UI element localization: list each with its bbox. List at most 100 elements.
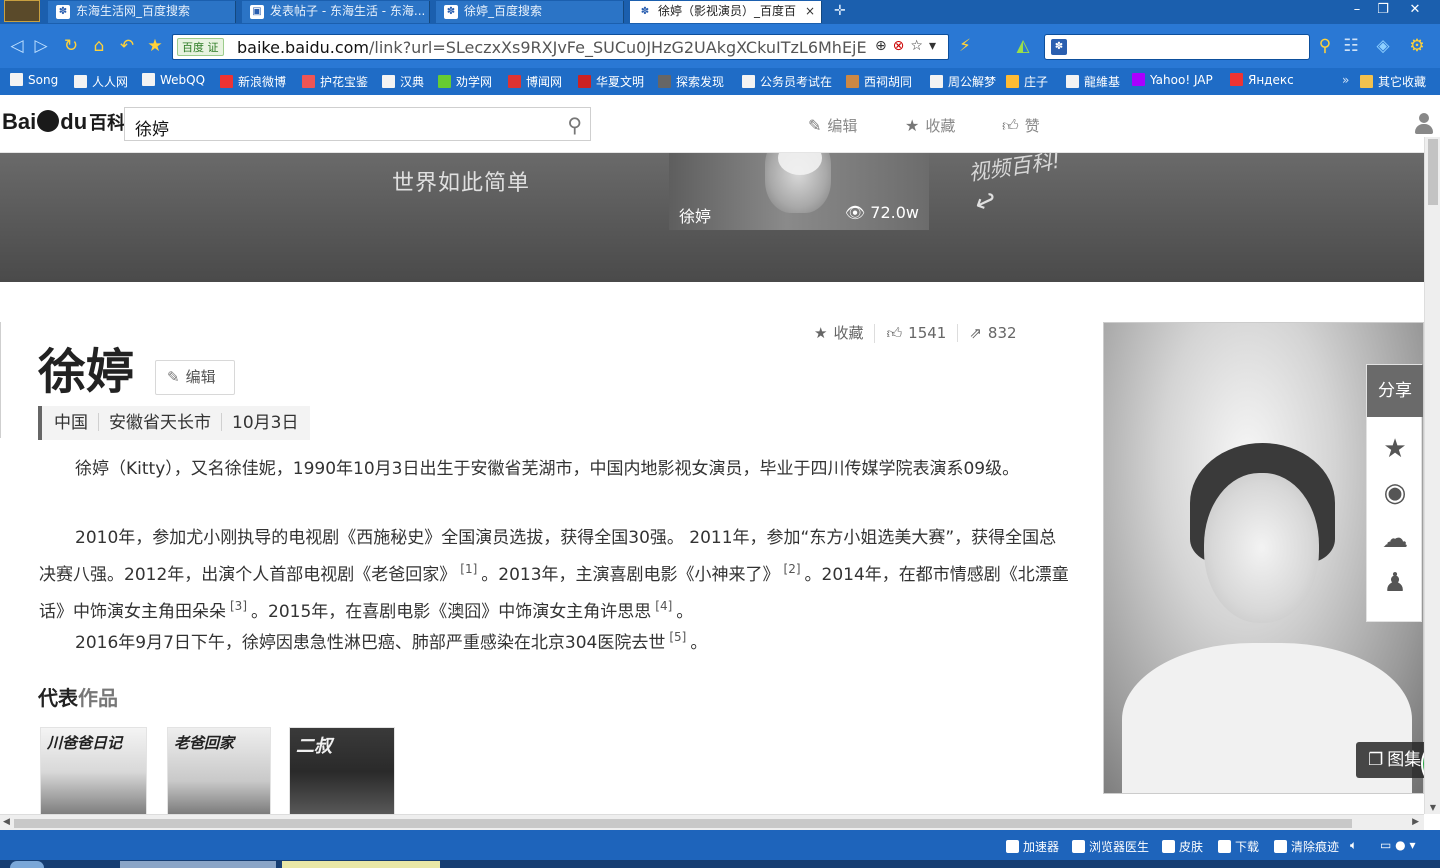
page-icon (74, 75, 87, 88)
close-window-icon[interactable]: ✕ (1402, 1, 1428, 19)
user-icon[interactable] (1414, 113, 1434, 135)
lightning-icon[interactable]: ⚡ (954, 35, 976, 57)
browser-doctor-button[interactable]: 浏览器医生 (1072, 838, 1149, 855)
bookmark-star-icon[interactable]: ☆ (910, 38, 929, 54)
baidu-paw-icon: ✽ (638, 5, 652, 19)
tab-post-thread[interactable]: ▣ 发表帖子 - 东海生活 - 东海... (242, 1, 430, 23)
dropdown-icon[interactable]: ▾ (929, 38, 942, 54)
bookmark-item[interactable]: 探索发现 (658, 73, 724, 90)
scrollbar-thumb[interactable] (1428, 139, 1438, 205)
rocket-icon (1006, 840, 1019, 853)
work-poster[interactable]: 二叔 (289, 727, 395, 814)
star-icon: ★ (905, 116, 920, 135)
gallery-button[interactable]: ❐ 图集 (1356, 742, 1424, 778)
minimize-icon[interactable]: – (1344, 1, 1370, 19)
bookmark-item[interactable]: 龍維基 (1066, 73, 1120, 90)
baike-search-input[interactable]: 徐婷 ⚲ (124, 107, 591, 141)
baidu-baike-logo[interactable]: Bai du 百科 (2, 109, 125, 139)
bookmark-item[interactable]: Яндекс (1230, 73, 1294, 87)
bookmark-item[interactable]: 汉典 (382, 73, 424, 90)
browser-search-box[interactable]: ✽ (1044, 34, 1310, 60)
back-icon[interactable]: ◁ (6, 35, 28, 57)
browser-app-icon[interactable] (4, 0, 40, 22)
bookmark-item[interactable]: 庄子 (1006, 73, 1048, 90)
grid-icon[interactable]: ☷ (1340, 35, 1362, 57)
zoom-icon[interactable]: ⊕ (875, 38, 893, 54)
bookmark-item[interactable]: 华夏文明 (578, 73, 644, 90)
like-button[interactable]: 👍︎ 1541 (874, 324, 957, 343)
citation-link[interactable]: [2] (784, 562, 801, 576)
article-actions: ★ 收藏 👍︎ 1541 ⇗ 832 (814, 322, 1028, 344)
header-like-button[interactable]: 👍︎ 赞 (1002, 115, 1040, 136)
wechat-icon[interactable]: ☁ (1379, 523, 1411, 555)
share-count-button[interactable]: ⇗ 832 (957, 324, 1027, 342)
bookmarks-overflow-icon[interactable]: » (1342, 73, 1349, 87)
header-edit-button[interactable]: ✎ 编辑 (808, 115, 857, 136)
status-bar: 加速器 浏览器医生 皮肤 下载 清除痕迹 🔈︎ ▭ ● ▾ (0, 830, 1440, 860)
scrollbar-thumb[interactable] (14, 819, 1352, 828)
other-bookmarks[interactable]: 其它收藏 (1360, 73, 1426, 90)
header-favorite-button[interactable]: ★ 收藏 (905, 115, 955, 136)
skin-button[interactable]: 皮肤 (1162, 838, 1203, 855)
vertical-scrollbar[interactable]: ▼ (1424, 137, 1440, 814)
bookmark-item[interactable]: 博闻网 (508, 73, 562, 90)
scroll-down-icon[interactable]: ▼ (1428, 803, 1438, 812)
bookmark-item[interactable]: 公务员考试在 (742, 73, 832, 90)
scroll-right-icon[interactable]: ▶ (1412, 817, 1419, 827)
horizontal-scrollbar[interactable]: ◀ ▶ (0, 814, 1424, 830)
citation-link[interactable]: [4] (655, 599, 672, 613)
gear-icon[interactable]: ⚙ (1406, 35, 1428, 57)
forward-icon[interactable]: ▷ (30, 35, 52, 57)
citation-link[interactable]: [3] (230, 599, 247, 613)
summary-paragraph-1: 徐婷（Kitty），又名徐佳妮，1990年10月3日出生于安徽省芜湖市，中国内地… (75, 459, 1020, 479)
bookmark-item[interactable]: 人人网 (74, 73, 128, 90)
edit-button[interactable]: ✎ 编辑 (155, 360, 235, 395)
undo-icon[interactable]: ↶ (116, 35, 138, 57)
url-text[interactable]: baike.baidu.com/link?url=SLeczxXs9RXJvFe… (237, 38, 867, 57)
yahoo-icon (1132, 73, 1145, 86)
curved-arrow-icon: ↩ (969, 183, 1003, 221)
weibo-icon[interactable]: ◉ (1379, 477, 1411, 509)
citation-link[interactable]: [5] (669, 630, 686, 644)
search-icon[interactable]: ⚲ (567, 113, 582, 137)
plugin-icon[interactable]: ◭ (1012, 35, 1034, 57)
favorite-button[interactable]: ★ 收藏 (814, 322, 874, 343)
work-poster[interactable]: 老爸回家 (167, 727, 271, 814)
citation-link[interactable]: [1] (460, 562, 477, 576)
bookmark-item[interactable]: 新浪微博 (220, 73, 286, 90)
video-thumbnail[interactable]: 徐婷 👁︎ 72.0w (669, 153, 929, 230)
accelerator-button[interactable]: 加速器 (1006, 838, 1059, 855)
thumbs-up-icon: 👍︎ (1002, 116, 1019, 135)
download-button[interactable]: 下载 (1218, 838, 1259, 855)
address-bar[interactable]: 百度 证 baike.baidu.com/link?url=SLeczxXs9R… (172, 34, 949, 60)
home-icon[interactable]: ⌂ (88, 35, 110, 57)
scroll-left-icon[interactable]: ◀ (3, 817, 10, 827)
bookmark-item[interactable]: 周公解梦 (930, 73, 996, 90)
bookmark-item[interactable]: WebQQ (142, 73, 205, 87)
qq-icon[interactable]: ♟ (1379, 567, 1411, 599)
bookmark-item[interactable]: 西祠胡同 (846, 73, 912, 90)
clear-traces-button[interactable]: 清除痕迹 (1274, 838, 1339, 855)
taskbar-item[interactable] (120, 861, 276, 868)
qzone-icon[interactable]: ★ (1379, 433, 1411, 465)
tab-xuting-search[interactable]: ✽ 徐婷_百度搜索 (436, 1, 624, 23)
tab-close-icon[interactable]: × (805, 1, 815, 21)
refresh-icon[interactable]: ↻ (60, 35, 82, 57)
block-icon[interactable]: ⊗ (893, 38, 911, 54)
shield-icon[interactable]: ◈ (1372, 35, 1394, 57)
restore-icon[interactable]: ❐ (1370, 1, 1396, 19)
new-tab-icon[interactable]: ✛ (834, 3, 846, 19)
tab-xuting-baike[interactable]: ✽ 徐婷（影视演员）_百度百 × (630, 1, 822, 23)
bookmark-item[interactable]: Song (10, 73, 58, 87)
tray-icons[interactable]: ▭ ● ▾ (1380, 838, 1415, 852)
bookmark-item[interactable]: 护花宝鉴 (302, 73, 368, 90)
taskbar-item[interactable] (282, 861, 440, 868)
tab-donghai-search[interactable]: ✽ 东海生活网_百度搜索 (48, 1, 236, 23)
start-button[interactable] (10, 861, 44, 868)
bookmark-item[interactable]: 劝学网 (438, 73, 492, 90)
search-go-icon[interactable]: ⚲ (1314, 35, 1336, 57)
bookmark-item[interactable]: Yahoo! JAP (1132, 73, 1213, 87)
work-poster[interactable]: 川爸爸日记 (40, 727, 147, 814)
favorites-star-icon[interactable]: ★ (144, 35, 166, 57)
volume-icon[interactable]: 🔈︎ (1350, 838, 1357, 853)
